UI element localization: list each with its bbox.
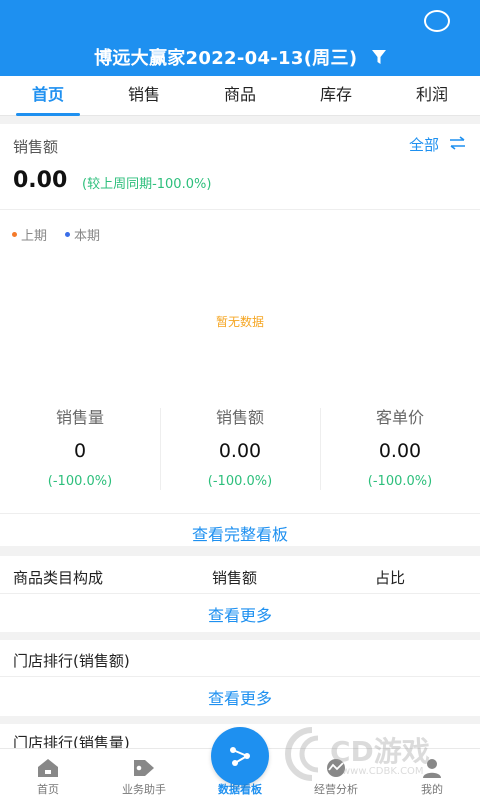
all-filter-button[interactable]: 全部 [409,134,466,155]
stats-row: 销售量 0 (-100.0%) 销售额 0.00 (-100.0%) 客单价 0… [0,402,480,498]
section-title: 门店排行(销售额) [13,652,130,670]
stat-value: 0.00 [218,440,262,462]
sales-overview-card: 销售额 全部 0.00 (较上周同期-100.0%) 上期 本期 暂无数据 销售… [0,124,480,546]
view-full-board-link[interactable]: 查看完整看板 [0,521,480,545]
bottom-tab-dashboard[interactable]: 数据看板 [192,727,288,800]
divider [0,209,480,210]
tab-label: 我的 [421,783,443,796]
store-rank-view-more-link[interactable]: 查看更多 [0,685,480,709]
all-filter-label: 全部 [408,136,439,154]
category-col-ratio: 占比 [375,569,406,587]
divider [0,676,480,677]
bottom-tab-assistant[interactable]: 业务助手 [96,749,192,800]
tab-goods[interactable]: 商品 [192,76,288,115]
circle-icon[interactable] [424,10,450,32]
legend-prev-label: 上期 [21,229,48,244]
legend-curr-dot [65,232,71,237]
legend-prev-dot [12,232,17,237]
category-card: 商品类目构成 销售额 占比 查看更多 [0,556,480,632]
tab-label: 经营分析 [314,783,358,796]
top-tabs: 首页 销售 商品 库存 利润 [0,76,480,116]
filter-icon[interactable] [371,49,386,70]
sales-amount-value: 0.00 [13,168,68,193]
user-icon [384,757,480,779]
category-col-amount: 销售额 [212,569,258,587]
share-network-icon [211,727,269,785]
store-rank-amount-card: 门店排行(销售额) 查看更多 [0,640,480,716]
legend-prev: 上期 [12,225,47,244]
stat-value: 0 [73,440,87,462]
swap-icon [449,135,466,154]
tab-profit[interactable]: 利润 [384,76,480,115]
sales-compare-text: (较上周同期-100.0%) [82,177,212,192]
stat-label: 客单价 [375,408,424,427]
page-title: 博远大赢家2022-04-13(周三) [94,48,358,69]
app-header: 博远大赢家2022-04-13(周三) [0,0,480,76]
stat-quantity: 销售量 0 (-100.0%) [0,402,160,498]
bottom-tab-mine[interactable]: 我的 [384,749,480,800]
legend-curr-label: 本期 [74,229,101,244]
tab-inventory[interactable]: 库存 [288,76,384,115]
legend-curr: 本期 [65,225,100,244]
stat-change: (-100.0%) [47,474,113,489]
category-table-header: 商品类目构成 销售额 占比 [0,556,480,594]
stat-label: 销售额 [215,408,264,427]
stat-unit-price: 客单价 0.00 (-100.0%) [320,402,480,498]
tag-icon [96,757,192,779]
stat-change: (-100.0%) [367,474,433,489]
home-icon [0,757,96,779]
tab-label: 业务助手 [122,783,166,796]
stat-change: (-100.0%) [207,474,273,489]
stat-value: 0.00 [378,440,422,462]
category-view-more-link[interactable]: 查看更多 [0,602,480,626]
bottom-tab-home[interactable]: 首页 [0,749,96,800]
no-data-message: 暂无数据 [215,315,264,329]
tab-sales[interactable]: 销售 [96,76,192,115]
stat-amount: 销售额 0.00 (-100.0%) [160,402,320,498]
bottom-tab-analysis[interactable]: 经营分析 [288,749,384,800]
category-col-name: 商品类目构成 [13,569,104,587]
chart-icon [288,757,384,779]
tab-home[interactable]: 首页 [0,76,96,116]
stat-label: 销售量 [55,408,104,427]
header-title-row: 博远大赢家2022-04-13(周三) [0,44,480,70]
tab-label: 首页 [37,783,59,796]
chart-legend: 上期 本期 [12,225,100,244]
sales-label: 销售额 [13,138,59,156]
bottom-tab-bar: 首页 业务助手 数据看板 经营分析 我的 [0,727,480,800]
divider [0,513,480,514]
